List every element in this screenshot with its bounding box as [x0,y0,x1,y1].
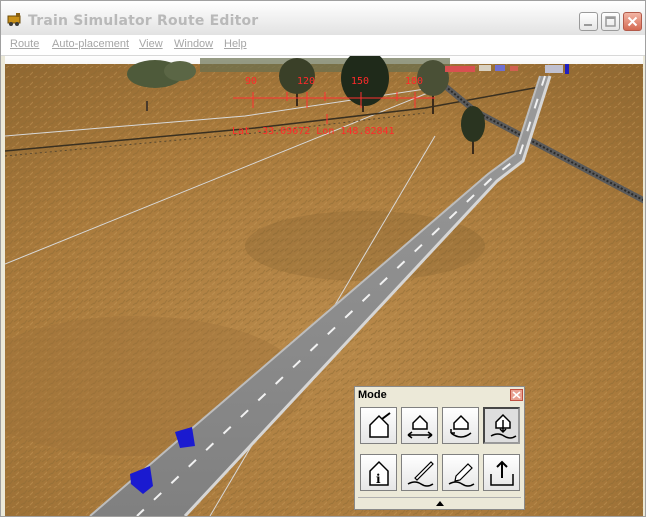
menu-auto-placement[interactable]: Auto-placement [52,38,129,50]
mode-move-object-button[interactable] [401,407,438,444]
route-scene: 90 120 150 180 Lat -33.09672 Lon 148.828… [5,56,643,516]
svg-text:i: i [376,472,381,486]
heading-180: 180 [405,76,423,87]
train-app-icon [7,13,21,26]
mode-object-info-button[interactable]: i [360,454,397,491]
mode-palette[interactable]: Mode i [354,386,525,510]
menu-help-label: Help [224,38,247,50]
move-object-icon [407,414,433,439]
place-object-icon [369,412,391,438]
menu-view-label: View [139,38,163,50]
menu-window-label: Window [174,38,214,50]
menu-bar: Route Auto-placement View Window Help [1,35,645,56]
mode-rotate-object-button[interactable] [442,407,479,444]
mode-palette-close-button[interactable] [510,389,523,401]
mode-palette-title: Mode [358,389,387,401]
heading-150: 150 [351,76,369,87]
minimize-icon [584,24,592,26]
3d-viewport[interactable]: 90 120 150 180 Lat -33.09672 Lon 148.828… [5,56,643,516]
rotate-object-icon [450,414,472,438]
mode-place-object-button[interactable] [360,407,397,444]
menu-help[interactable]: Help [224,38,247,50]
mode-terrain-paint-button[interactable] [401,454,438,491]
menu-route-label: Route [10,38,40,50]
object-info-icon: i [369,460,389,486]
mode-raise-lower-object-button[interactable] [483,407,520,444]
terrain-paint-icon [407,461,434,487]
mode-terrain-raise-button[interactable] [483,454,520,491]
close-icon [512,391,521,399]
minimize-button[interactable] [579,12,598,31]
maximize-button[interactable] [601,12,620,31]
raise-lower-object-icon [490,413,517,439]
mode-palette-expand-bar[interactable] [358,497,521,508]
mode-terrain-pencil-button[interactable] [442,454,479,491]
window-title: Train Simulator Route Editor [28,13,259,29]
menu-route[interactable]: Route [10,38,39,50]
heading-90: 90 [245,76,257,87]
maximize-icon [605,16,616,27]
triangle-up-icon [436,501,444,506]
heading-120: 120 [297,76,315,87]
title-bar[interactable]: Train Simulator Route Editor [1,1,645,36]
terrain-pencil-icon [448,463,475,487]
menu-window[interactable]: Window [174,38,213,50]
close-button[interactable] [623,12,642,31]
menu-view[interactable]: View [139,38,163,50]
close-icon [627,16,638,27]
menu-auto-placement-label: Auto-placement [52,38,130,50]
coordinates-readout: Lat -33.09672 Lon 148.82841 [232,126,395,137]
distant-trees [200,58,450,72]
route-editor-window: Train Simulator Route Editor Route Auto-… [0,0,646,517]
terrain-raise-icon [490,460,514,486]
